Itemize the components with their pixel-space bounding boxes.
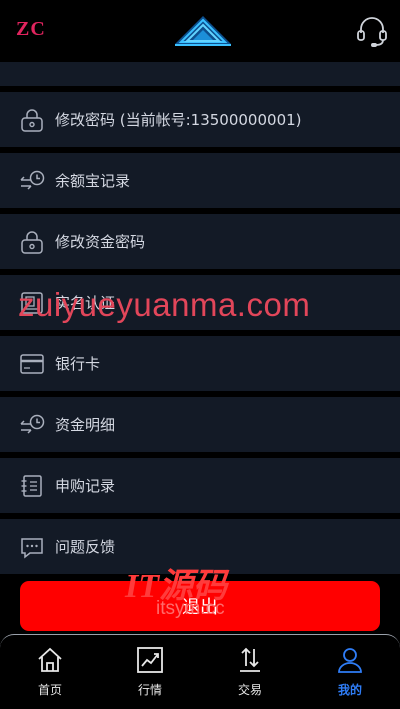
menu-item-change-fund-password[interactable]: 修改资金密码: [0, 214, 400, 269]
chart-icon: [135, 645, 165, 675]
menu-item-feedback[interactable]: 问题反馈: [0, 519, 400, 574]
menu-item-label: 问题反馈: [55, 538, 116, 556]
menu-item-real-name-auth[interactable]: 实名认证: [0, 275, 400, 330]
list-top-spacer: [0, 62, 400, 86]
top-bar: ZC: [0, 0, 400, 62]
menu-item-bank-card[interactable]: 银行卡: [0, 336, 400, 391]
menu-item-label: 资金明细: [55, 416, 116, 434]
id-card-icon: [18, 289, 46, 317]
menu-item-fund-details[interactable]: 资金明细: [0, 397, 400, 452]
lock-icon: [18, 228, 46, 256]
menu-item-label: 银行卡: [55, 355, 101, 373]
lock-icon: [18, 106, 46, 134]
menu-item-yuebao-records[interactable]: 余额宝记录: [0, 153, 400, 208]
tab-market[interactable]: 行情: [100, 635, 200, 709]
menu-item-label: 余额宝记录: [55, 172, 131, 190]
headset-icon[interactable]: [354, 13, 390, 49]
user-icon: [335, 645, 365, 675]
home-icon: [35, 645, 65, 675]
trade-arrows-icon: [235, 645, 265, 675]
menu-item-label: 申购记录: [55, 477, 116, 495]
tab-label: 行情: [137, 683, 162, 697]
menu-item-label: 修改密码 (当前帐号:13500000001): [55, 111, 302, 129]
menu-item-subscription-records[interactable]: 申购记录: [0, 458, 400, 513]
chat-icon: [18, 533, 46, 561]
bottom-tab-bar: 首页 行情 交易 我的: [0, 634, 400, 709]
tab-mine[interactable]: 我的: [300, 635, 400, 709]
menu-item-label: 实名认证: [55, 294, 116, 312]
menu-item-change-password[interactable]: 修改密码 (当前帐号:13500000001): [0, 92, 400, 147]
tab-label: 我的: [337, 683, 362, 697]
tab-trade[interactable]: 交易: [200, 635, 300, 709]
logout-button[interactable]: 退出: [20, 581, 380, 631]
pyramid-logo-icon: [175, 16, 231, 46]
brand-logo: ZC: [16, 18, 46, 40]
notebook-icon: [18, 472, 46, 500]
bank-card-icon: [18, 350, 46, 378]
transfer-clock-icon: [18, 167, 46, 195]
tab-label: 首页: [37, 683, 62, 697]
tab-label: 交易: [237, 683, 262, 697]
transfer-clock-icon: [18, 411, 46, 439]
settings-list: 修改密码 (当前帐号:13500000001) 余额宝记录 修改资金密码 实名认…: [0, 62, 400, 580]
tab-home[interactable]: 首页: [0, 635, 100, 709]
menu-item-label: 修改资金密码: [55, 233, 146, 251]
